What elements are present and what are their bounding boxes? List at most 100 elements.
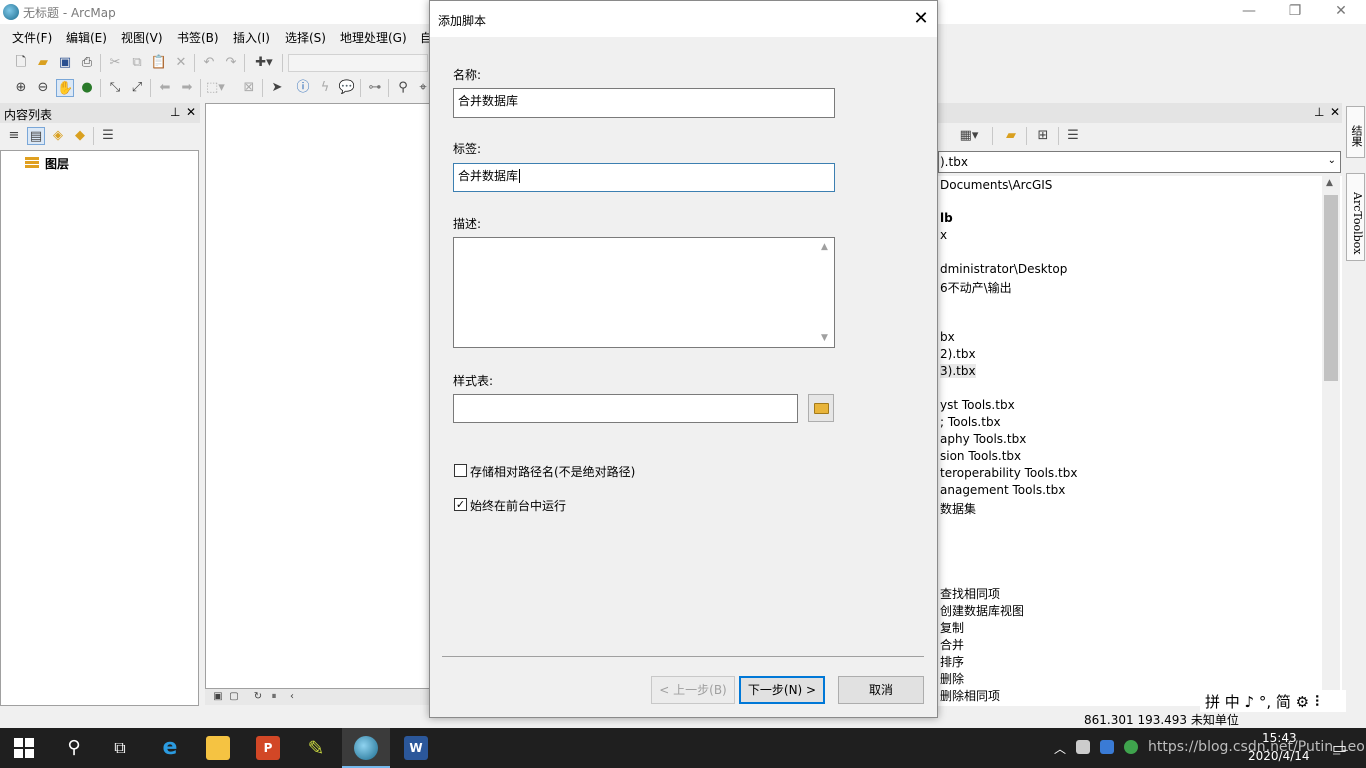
menu-insert[interactable]: 插入(I)	[233, 29, 270, 46]
catalog-tree-item[interactable]: 6不动产\输出	[940, 279, 1012, 296]
search-icon[interactable]: ⚲	[62, 736, 86, 760]
layers-item[interactable]: 图层	[45, 155, 69, 172]
zoom-in-icon[interactable]: ⊕	[12, 79, 30, 97]
map-view[interactable]	[205, 103, 430, 689]
next-button[interactable]: 下一步(N) >	[739, 676, 825, 704]
catalog-tree-item[interactable]: 创建数据库视图	[940, 602, 1024, 619]
scroll-up-icon[interactable]: ▲	[1326, 178, 1333, 188]
list-by-drawing-order-icon[interactable]: ≡	[5, 127, 23, 145]
ime-status[interactable]: 拼 中 ♪ °, 简 ⚙ ⠇	[1205, 691, 1325, 712]
measure-icon[interactable]: ⊶	[366, 79, 384, 97]
catalog-tree-item[interactable]: 复制	[940, 619, 964, 636]
forward-extent-icon[interactable]: ➡	[178, 79, 196, 97]
catalog-tree-item[interactable]: teroperability Tools.tbx	[940, 466, 1077, 480]
relative-paths-label[interactable]: 存储相对路径名(不是绝对路径)	[470, 463, 635, 480]
scroll-left-icon[interactable]: ‹	[283, 688, 301, 706]
clock-date[interactable]: 2020/4/14	[1248, 749, 1310, 763]
scroll-up-icon[interactable]: ▲	[821, 242, 828, 252]
description-scrollbar[interactable]: ▲ ▼	[817, 238, 834, 347]
menu-bookmarks[interactable]: 书签(B)	[177, 29, 219, 46]
tray-chevron-icon[interactable]: ︿	[1054, 740, 1066, 757]
full-extent-icon[interactable]: ●	[78, 79, 96, 97]
arcmap-icon[interactable]	[354, 736, 378, 760]
catalog-tree-item[interactable]: 删除	[940, 670, 964, 687]
catalog-tree-item[interactable]: 删除相同项	[940, 687, 1000, 704]
ime-toolbar[interactable]: 拼 中 ♪ °, 简 ⚙ ⠇	[1200, 690, 1346, 712]
list-by-visibility-icon[interactable]: ◈	[49, 127, 67, 145]
delete-icon[interactable]: ✕	[172, 54, 190, 72]
print-icon[interactable]: ⎙	[78, 54, 96, 72]
open-folder-icon[interactable]: ▰	[34, 54, 52, 72]
tray-app-icon[interactable]	[1076, 740, 1090, 754]
redo-icon[interactable]: ↷	[222, 54, 240, 72]
select-elements-icon[interactable]: ➤	[268, 79, 286, 97]
view-options-icon[interactable]: ▦▾	[954, 127, 984, 145]
catalog-tree-item[interactable]: 数据集	[940, 500, 976, 517]
catalog-tree-item[interactable]: 2).tbx	[940, 347, 976, 361]
results-tab[interactable]: 结果	[1346, 106, 1365, 158]
close-toc-icon[interactable]: ✕	[186, 105, 196, 119]
list-by-selection-icon[interactable]: ◆	[71, 127, 89, 145]
file-explorer-icon[interactable]	[206, 736, 230, 760]
tray-security-icon[interactable]	[1124, 740, 1138, 754]
scroll-down-icon[interactable]: ▼	[821, 333, 828, 343]
catalog-tree-item[interactable]: sion Tools.tbx	[940, 449, 1021, 463]
back-extent-icon[interactable]: ⬅	[156, 79, 174, 97]
connect-folder-icon[interactable]: ▰	[1002, 127, 1020, 145]
pin-icon[interactable]: ⊥	[170, 105, 180, 119]
word-icon[interactable]: W	[404, 736, 428, 760]
maximize-button[interactable]: ❐	[1272, 3, 1318, 19]
arctoolbox-tab[interactable]: ArcToolbox	[1346, 173, 1365, 261]
foreground-label[interactable]: 始终在前台中运行	[470, 497, 566, 514]
new-document-icon[interactable]: 🗋	[12, 54, 30, 72]
back-button[interactable]: < 上一步(B)	[651, 676, 735, 704]
description-textarea[interactable]: ▲ ▼	[453, 237, 835, 348]
add-data-icon[interactable]: ✚▾	[250, 54, 278, 72]
toggle-contents-icon[interactable]: ⊞	[1034, 127, 1052, 145]
minimize-button[interactable]: —	[1226, 3, 1272, 19]
catalog-options-icon[interactable]: ☰	[1064, 127, 1082, 145]
close-app-button[interactable]: ✕	[1318, 3, 1364, 19]
catalog-tree-item[interactable]: 查找相同项	[940, 585, 1000, 602]
catalog-scroll-thumb[interactable]	[1324, 195, 1338, 381]
html-popup-icon[interactable]: 💬	[338, 79, 356, 97]
browse-stylesheet-button[interactable]	[808, 394, 834, 422]
catalog-tree-item[interactable]: anagement Tools.tbx	[940, 483, 1065, 497]
menu-selection[interactable]: 选择(S)	[285, 29, 326, 46]
undo-icon[interactable]: ↶	[200, 54, 218, 72]
catalog-tree-item[interactable]: aphy Tools.tbx	[940, 432, 1026, 446]
clear-selection-icon[interactable]: ⊠	[240, 79, 258, 97]
hyperlink-icon[interactable]: ϟ	[316, 79, 334, 97]
save-icon[interactable]: ▣	[56, 54, 74, 72]
catalog-tree-item[interactable]: 3).tbx	[940, 364, 976, 378]
catalog-tree-item[interactable]: 合并	[940, 636, 964, 653]
find-icon[interactable]: ⚲	[394, 79, 412, 97]
catalog-tree-item[interactable]: ; Tools.tbx	[940, 415, 1001, 429]
catalog-tree-item[interactable]: yst Tools.tbx	[940, 398, 1015, 412]
clock-time[interactable]: 15:43	[1262, 731, 1297, 745]
chevron-down-icon[interactable]: ⌄	[1328, 155, 1336, 166]
cancel-button[interactable]: 取消	[838, 676, 924, 704]
foreground-checkbox[interactable]: ✓	[454, 498, 467, 511]
label-input[interactable]: 合并数据库	[453, 163, 835, 192]
notifications-icon[interactable]: ▭	[1332, 738, 1347, 757]
dialog-close-button[interactable]: ✕	[908, 7, 934, 31]
paste-icon[interactable]: 📋	[150, 54, 168, 72]
name-input[interactable]: 合并数据库	[453, 88, 835, 118]
catalog-tree-item[interactable]: x	[940, 228, 947, 242]
list-by-source-icon[interactable]: ▤	[27, 127, 45, 145]
menu-view[interactable]: 视图(V)	[121, 29, 163, 46]
zoom-out-icon[interactable]: ⊖	[34, 79, 52, 97]
catalog-tree-item[interactable]: lb	[940, 211, 953, 225]
select-features-icon[interactable]: ⬚▾	[206, 79, 225, 97]
windows-start-icon[interactable]	[14, 738, 34, 758]
fixed-zoom-out-icon[interactable]: ⤢	[128, 79, 146, 97]
fixed-zoom-in-icon[interactable]: ⤡	[106, 79, 124, 97]
relative-paths-checkbox[interactable]	[454, 464, 467, 477]
scale-combo[interactable]	[288, 54, 428, 72]
toc-options-icon[interactable]: ☰	[99, 127, 117, 145]
pin-icon[interactable]: ⊥	[1314, 105, 1324, 119]
close-catalog-icon[interactable]: ✕	[1330, 105, 1340, 119]
tray-app-icon[interactable]	[1100, 740, 1114, 754]
powerpoint-icon[interactable]: P	[256, 736, 280, 760]
